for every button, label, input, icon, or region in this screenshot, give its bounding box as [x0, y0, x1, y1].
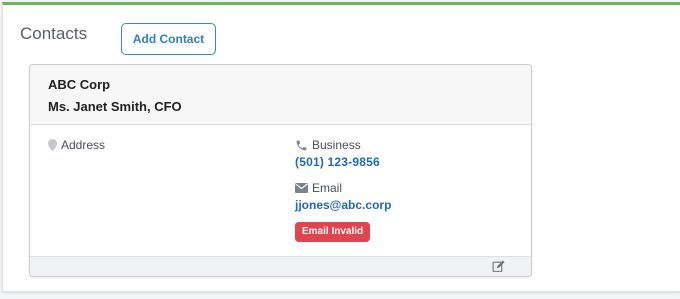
edit-icon[interactable] — [492, 260, 505, 273]
address-label: Address — [61, 138, 106, 152]
email-label: Email — [312, 181, 343, 195]
phone-number-link[interactable]: (501) 123-9856 — [295, 155, 380, 169]
contact-company: ABC Corp — [48, 77, 111, 92]
section-title: Contacts — [20, 24, 88, 43]
contacts-panel: Contacts Add Contact ABC Corp Ms. Janet … — [2, 2, 680, 292]
phone-icon — [295, 139, 308, 152]
add-contact-button[interactable]: Add Contact — [121, 23, 216, 55]
contact-person: Ms. Janet Smith, CFO — [48, 99, 182, 114]
email-address-link[interactable]: jjones@abc.corp — [295, 198, 391, 212]
business-field: Business — [295, 138, 361, 152]
map-pin-icon — [48, 139, 57, 151]
email-field: Email — [295, 181, 342, 195]
business-label: Business — [312, 138, 361, 152]
contact-card-footer — [30, 256, 531, 276]
email-invalid-badge: Email Invalid — [295, 222, 371, 242]
contact-card: ABC Corp Ms. Janet Smith, CFO Address Bu… — [29, 64, 532, 277]
envelope-icon — [295, 183, 308, 193]
address-field: Address — [48, 138, 105, 152]
contact-card-header: ABC Corp Ms. Janet Smith, CFO — [30, 65, 531, 125]
